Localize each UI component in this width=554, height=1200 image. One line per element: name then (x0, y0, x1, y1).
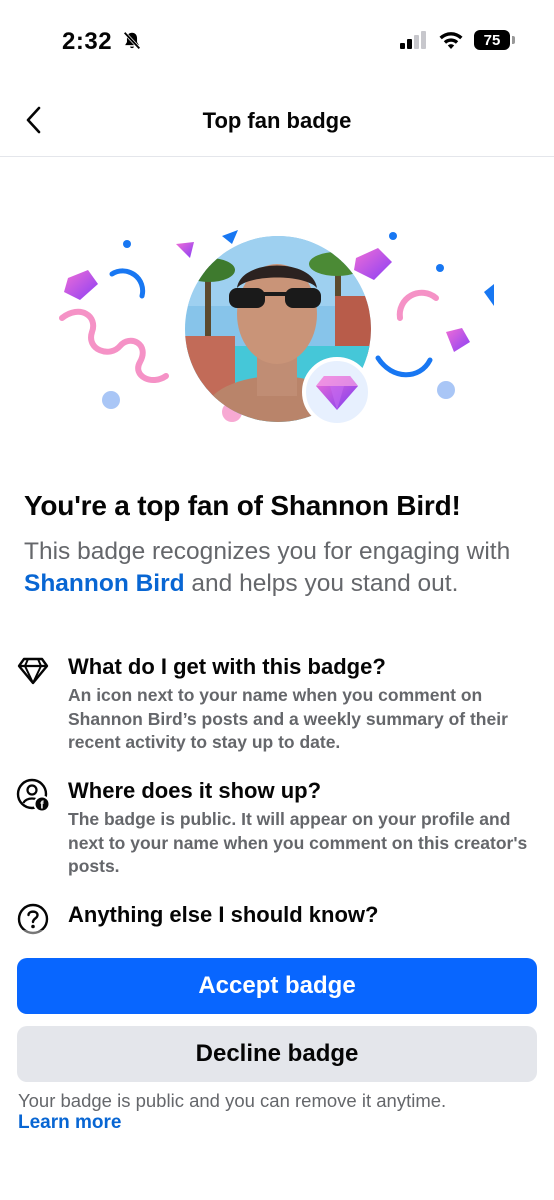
decline-badge-button[interactable]: Decline badge (17, 1026, 537, 1082)
navigation-bar: Top fan badge (0, 84, 554, 157)
footer-note: Your badge is public and you can remove … (18, 1090, 447, 1111)
creator-name-link[interactable]: Shannon Bird (24, 570, 185, 597)
faq-title: What do I get with this badge? (68, 654, 386, 679)
faq-title: Anything else I should know? (68, 902, 379, 927)
clock-text: 2:32 (62, 28, 113, 55)
faq-title: Where does it show up? (68, 778, 322, 803)
status-time: 2:32 (62, 28, 143, 56)
page-title: Top fan badge (202, 108, 352, 133)
faq-item: f Where does it show up? The badge is pu… (16, 778, 536, 878)
diamond-badge-icon (316, 376, 358, 410)
top-fan-badge-icon (302, 357, 372, 427)
battery-level: 75 (483, 31, 501, 49)
signal-icon (400, 31, 426, 49)
faq-body: The badge is public. It will appear on y… (68, 809, 528, 876)
faq-body: An icon next to your name when you comme… (68, 685, 508, 752)
svg-text:f: f (40, 800, 44, 812)
status-bar: 2:32 75 (0, 0, 554, 84)
silent-bell-icon (123, 31, 141, 50)
battery-icon: 75 (474, 30, 515, 50)
badge-headline: You're a top fan of Shannon Bird! (24, 490, 461, 521)
accept-badge-button[interactable]: Accept badge (17, 958, 537, 1014)
faq-item: What do I get with this badge? An icon n… (16, 654, 536, 754)
badge-hero (0, 200, 554, 440)
wifi-icon (439, 32, 463, 49)
profile-facebook-icon: f (16, 778, 50, 812)
description-text-end: and helps you stand out. (184, 570, 459, 597)
badge-description: This badge recognizes you for engaging w… (24, 536, 536, 600)
status-icons: 75 (400, 30, 515, 50)
scroll-fade (0, 930, 554, 958)
description-text: This badge recognizes you for engaging w… (24, 538, 511, 565)
diamond-icon (16, 654, 50, 688)
learn-more-link[interactable]: Learn more (18, 1112, 121, 1134)
